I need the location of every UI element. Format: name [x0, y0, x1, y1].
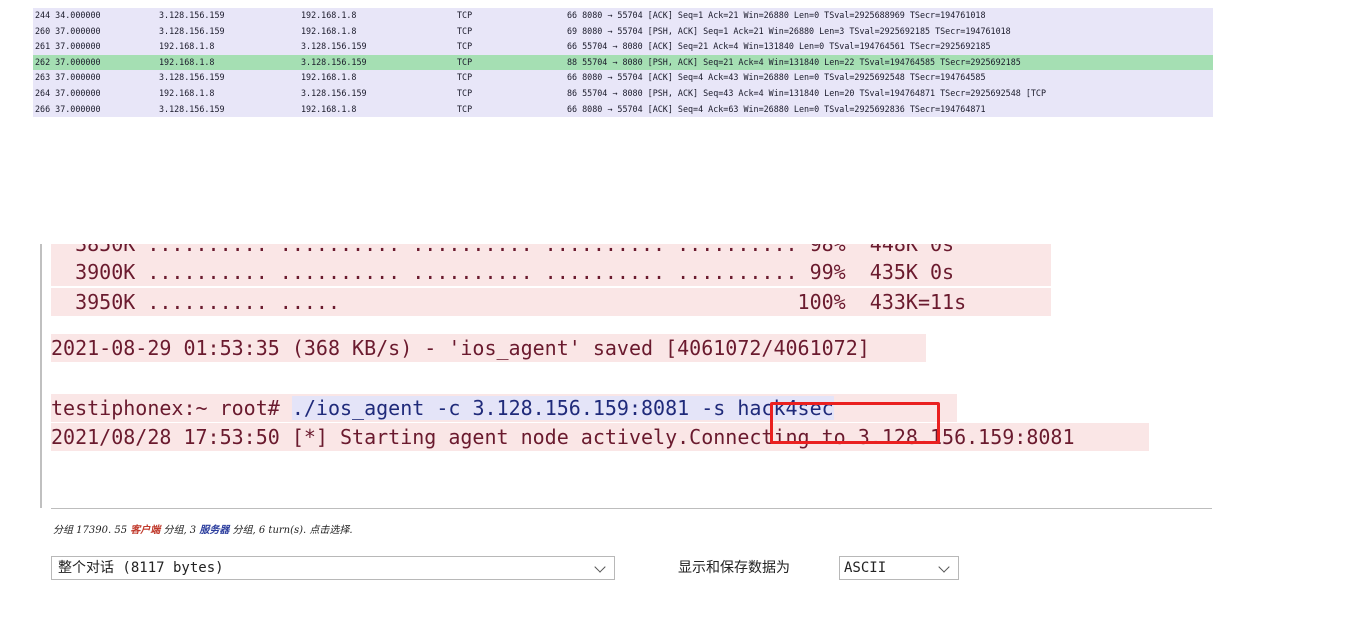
stream-line-progress-3950k: 3950K .......... ..... 100% 433K=11s — [51, 288, 1051, 316]
packet-row[interactable]: 261 37.000000 192.168.1.8 3.128.156.159 TCP… — [33, 39, 1213, 55]
stream-line-clipped: 3850K .......... .......... .......... .… — [51, 244, 1051, 258]
packet-protocol: TCP — [457, 25, 473, 36]
packet-row-selected[interactable]: 262 37.000000 192.168.1.8 3.128.156.159 TCP… — [33, 54, 1213, 71]
stream-content[interactable]: 3850K .......... .......... .......... .… — [51, 244, 1212, 509]
status-prefix: 分组 17390. 55 — [53, 525, 131, 536]
status-server-label: 服务器 — [199, 525, 230, 536]
stream-left-border — [40, 244, 42, 508]
packet-row[interactable]: 263 37.000000 3.128.156.159 192.168.1.8 TCP… — [33, 70, 1213, 86]
packet-protocol: TCP — [457, 10, 473, 20]
packet-source: 3.128.156.159 — [159, 25, 225, 36]
packet-number: 261 37.000000 — [35, 41, 101, 52]
packet-info: 69 8080 → 55704 [PSH, ACK] Seq=1 Ack=21 … — [567, 25, 1011, 36]
packet-row[interactable]: 260 37.000000 3.128.156.159 192.168.1.8 TCP… — [33, 23, 1213, 40]
packet-list: 244 34.000000 3.128.156.159 192.168.1.8 TCP… — [33, 8, 1213, 123]
packet-number: 263 37.000000 — [35, 72, 101, 83]
shell-prompt: testiphonex:~ root# — [51, 396, 292, 420]
status-middle: 分组, 3 — [160, 525, 200, 536]
packet-number: 264 37.000000 — [35, 87, 101, 98]
packet-row[interactable]: 244 34.000000 3.128.156.159 192.168.1.8 TCP… — [33, 8, 1213, 24]
stream-status-line: 分组 17390. 55 客户端 分组, 3 服务器 分组, 6 turn(s)… — [53, 522, 353, 540]
encoding-select[interactable]: ASCII — [839, 556, 959, 580]
packet-destination: 192.168.1.8 — [301, 72, 357, 83]
packet-destination: 192.168.1.8 — [301, 103, 357, 114]
packet-destination: 3.128.156.159 — [301, 41, 367, 52]
packet-destination: 3.128.156.159 — [301, 87, 367, 98]
packet-source: 192.168.1.8 — [159, 56, 215, 67]
packet-protocol: TCP — [457, 41, 473, 52]
client-command: ./ios_agent -c 3.128.156.159:8081 -s hac… — [291, 396, 834, 420]
packet-protocol: TCP — [457, 56, 473, 67]
packet-info: 66 55704 → 8080 [ACK] Seq=21 Ack=4 Win=1… — [567, 41, 991, 52]
encoding-select-value: ASCII — [844, 560, 887, 576]
packet-destination: 192.168.1.8 — [301, 25, 357, 36]
packet-info: 66 8080 → 55704 [ACK] Seq=4 Ack=43 Win=2… — [567, 72, 986, 83]
packet-source: 192.168.1.8 — [159, 41, 215, 52]
packet-info: 88 55704 → 8080 [PSH, ACK] Seq=21 Ack=4 … — [567, 56, 1021, 67]
password-highlight-box — [770, 402, 940, 444]
packet-source: 3.128.156.159 — [159, 10, 225, 20]
packet-source: 192.168.1.8 — [159, 87, 215, 98]
packet-number: 260 37.000000 — [35, 25, 101, 36]
packet-source: 3.128.156.159 — [159, 103, 225, 114]
stream-line-progress-3900k: 3900K .......... .......... .......... .… — [51, 258, 1051, 286]
packet-number: 266 37.000000 — [35, 103, 101, 114]
packet-protocol: TCP — [457, 87, 473, 98]
packet-row[interactable]: 264 37.000000 192.168.1.8 3.128.156.159 TCP… — [33, 85, 1213, 102]
packet-destination: 3.128.156.159 — [301, 56, 367, 67]
packet-number: 244 34.000000 — [35, 10, 101, 20]
stream-line-saved: 2021-08-29 01:53:35 (368 KB/s) - 'ios_ag… — [51, 334, 926, 362]
show-save-as-label: 显示和保存数据为 — [678, 560, 790, 576]
packet-info: 86 55704 → 8080 [PSH, ACK] Seq=43 Ack=4 … — [567, 87, 1047, 98]
packet-source: 3.128.156.159 — [159, 72, 225, 83]
conversation-select-value: 整个对话 (8117 bytes) — [58, 560, 224, 576]
packet-number: 262 37.000000 — [35, 56, 101, 67]
chevron-down-icon — [594, 561, 606, 573]
packet-protocol: TCP — [457, 72, 473, 83]
stream-line-starting-agent: 2021/08/28 17:53:50 [*] Starting agent n… — [51, 423, 1149, 451]
packet-row[interactable]: 266 37.000000 3.128.156.159 192.168.1.8 TCP… — [33, 101, 1213, 118]
packet-info: 66 8080 → 55704 [ACK] Seq=1 Ack=21 Win=2… — [567, 10, 986, 20]
conversation-select[interactable]: 整个对话 (8117 bytes) — [51, 556, 615, 580]
packet-info: 66 8080 → 55704 [ACK] Seq=4 Ack=63 Win=2… — [567, 103, 986, 114]
packet-destination: 192.168.1.8 — [301, 10, 357, 20]
packet-protocol: TCP — [457, 103, 473, 114]
status-client-label: 客户端 — [130, 525, 161, 536]
status-suffix: 分组, 6 turn(s). 点击选择. — [229, 525, 353, 536]
chevron-down-icon — [938, 561, 950, 573]
